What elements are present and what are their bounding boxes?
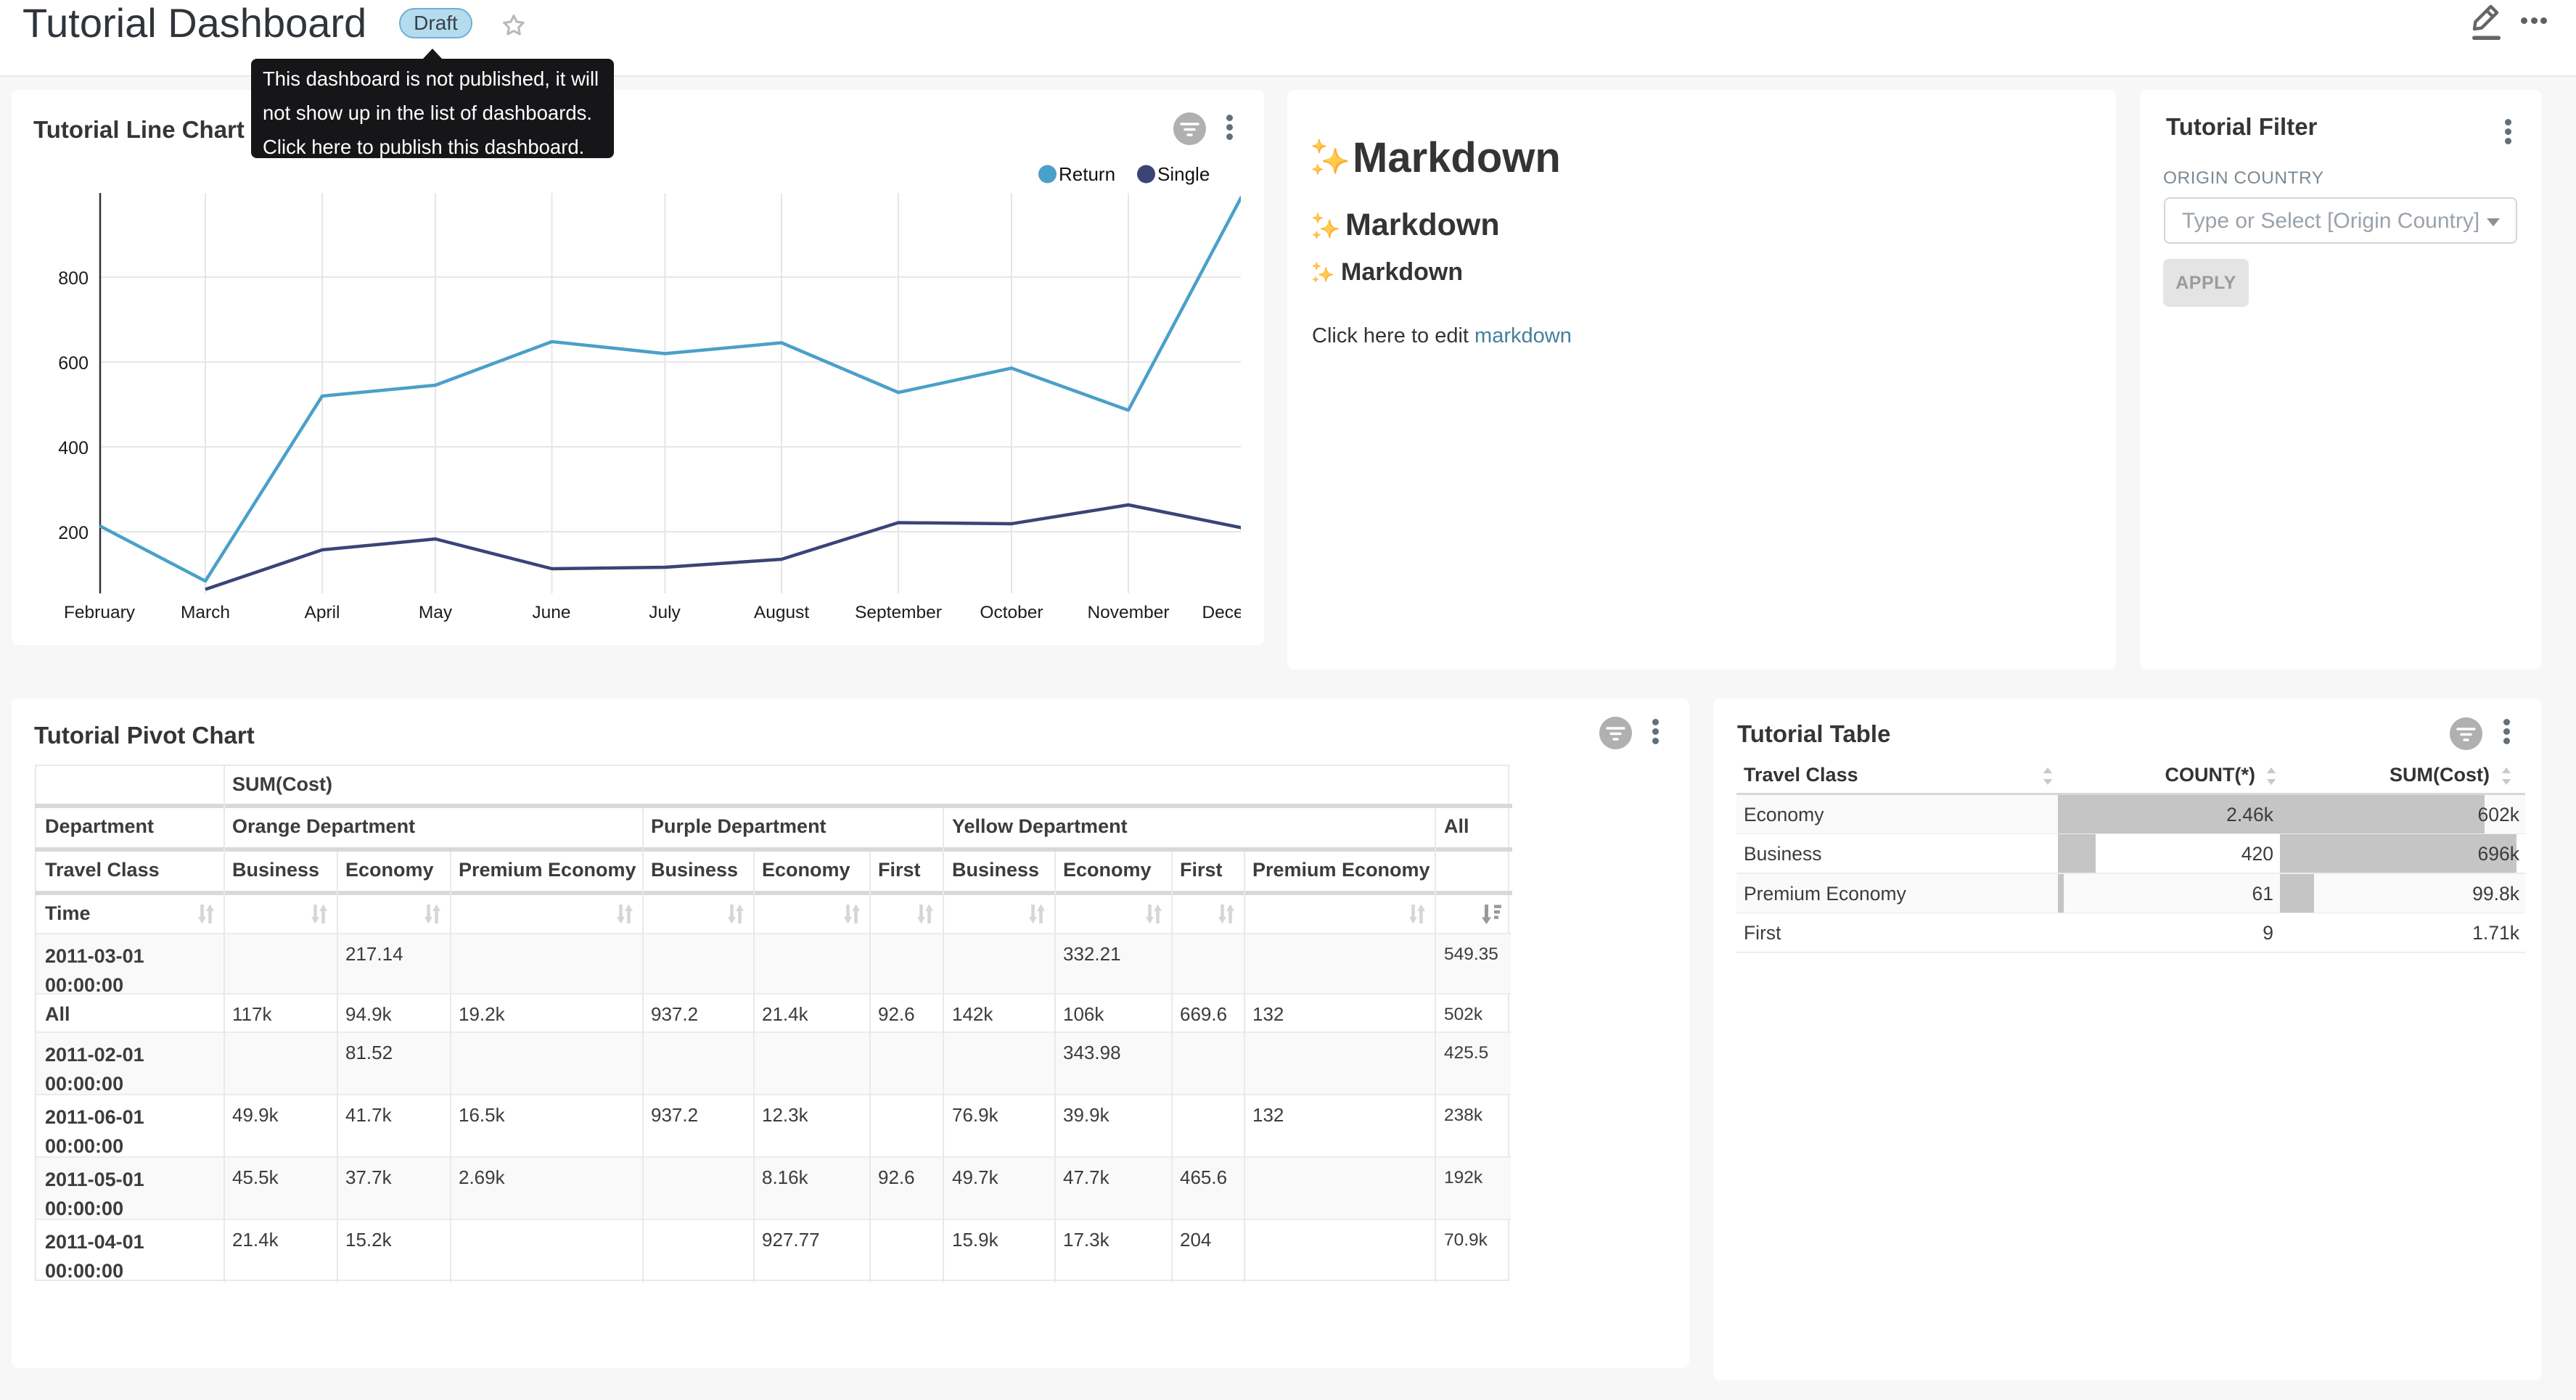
svg-text:Single: Single [1157, 163, 1210, 185]
svg-text:400: 400 [58, 438, 89, 458]
svg-text:September: September [855, 603, 942, 622]
svg-text:Return: Return [1059, 163, 1115, 185]
svg-text:October: October [980, 603, 1043, 622]
svg-text:800: 800 [58, 268, 89, 289]
svg-text:March: March [181, 603, 230, 622]
svg-text:August: August [754, 603, 809, 622]
svg-text:June: June [532, 603, 570, 622]
svg-text:December: December [1202, 603, 1241, 622]
svg-text:200: 200 [58, 523, 89, 543]
svg-text:April: April [304, 603, 340, 622]
svg-text:600: 600 [58, 353, 89, 374]
svg-text:July: July [649, 603, 681, 622]
svg-text:November: November [1087, 603, 1169, 622]
svg-text:February: February [64, 603, 136, 622]
svg-text:May: May [419, 603, 453, 622]
